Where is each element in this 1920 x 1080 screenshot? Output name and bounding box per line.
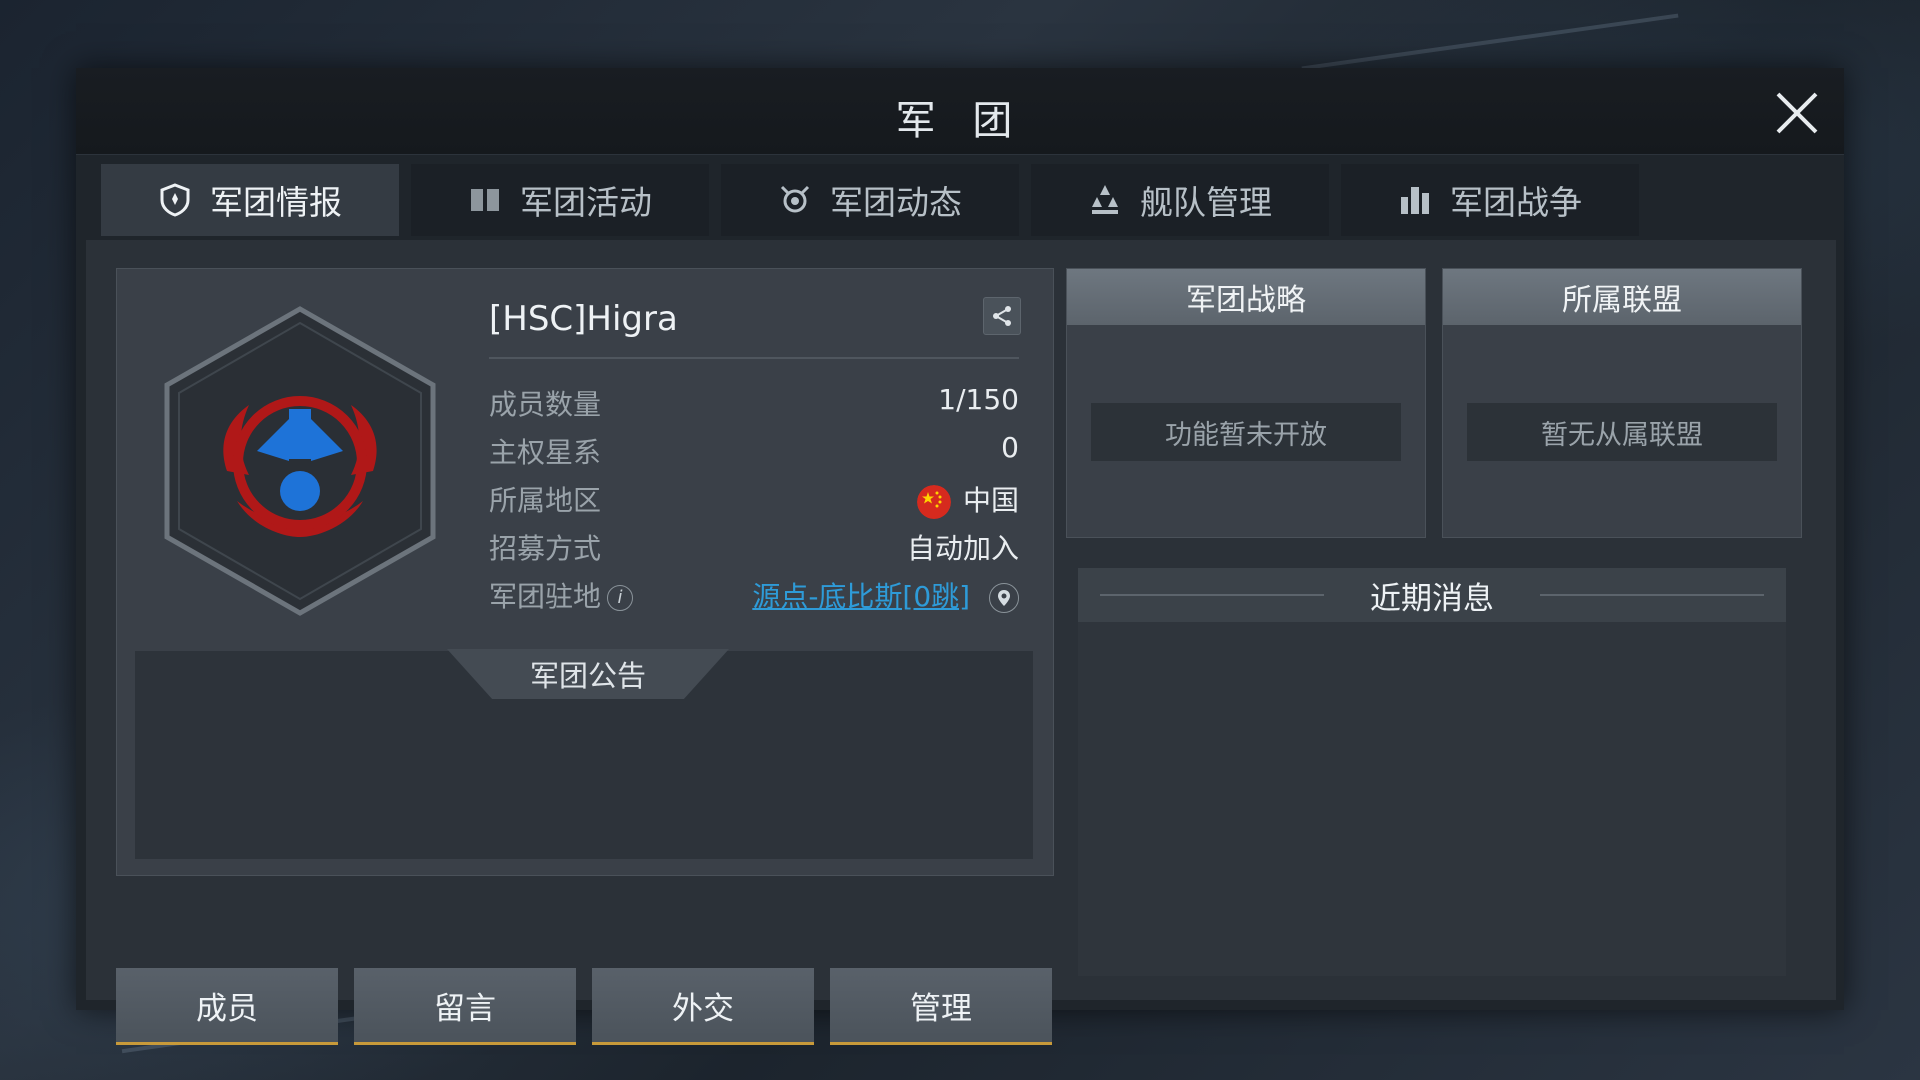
location-pin-icon[interactable] — [989, 583, 1019, 613]
guild-info-panel: [HSC]Higra 成员数量 1/150 主权星系 0 所属地区 中国 招募方… — [116, 268, 1054, 876]
field-value: 1/150 — [938, 383, 1019, 416]
china-flag-icon — [916, 485, 951, 519]
guild-strategy-card: 军团战略 功能暂未开放 — [1066, 268, 1426, 538]
book-icon — [471, 189, 499, 211]
medal-icon — [780, 185, 810, 213]
news-title: 近期消息 — [1370, 580, 1494, 617]
alliance-card: 所属联盟 暂无从属联盟 — [1442, 268, 1802, 538]
divider — [489, 357, 1019, 359]
field-label: 主权星系 — [489, 436, 602, 469]
card-note: 功能暂未开放 — [1091, 403, 1401, 461]
tab-guild-activity[interactable]: 军团活动 — [411, 164, 709, 236]
field-base: 军团驻地 i 源点-底比斯[0跳] — [489, 573, 1019, 613]
field-value-wrap: 源点-底比斯[0跳] — [752, 575, 1019, 615]
members-button[interactable]: 成员 — [116, 968, 338, 1045]
field-value: 自动加入 — [906, 532, 1019, 565]
tab-label: 军团活动 — [520, 183, 652, 222]
title-bar: 军 团 — [76, 68, 1844, 155]
card-note: 暂无从属联盟 — [1467, 403, 1777, 461]
region-value: 中国 — [962, 484, 1019, 517]
tab-guild-news[interactable]: 军团动态 — [721, 164, 1019, 236]
shield-icon — [160, 183, 190, 217]
guild-emblem — [164, 306, 436, 616]
field-value: 0 — [1001, 431, 1019, 464]
close-icon[interactable] — [1772, 88, 1822, 138]
tab-label: 军团战争 — [1450, 183, 1582, 222]
content-area: [HSC]Higra 成员数量 1/150 主权星系 0 所属地区 中国 招募方… — [86, 240, 1836, 1045]
guild-notice: 军团公告 — [135, 649, 1033, 859]
field-label: 成员数量 — [489, 388, 602, 421]
divider — [1100, 594, 1324, 596]
manage-button[interactable]: 管理 — [830, 968, 1052, 1045]
field-label: 军团驻地 — [489, 580, 602, 613]
fleet-icon — [1092, 185, 1118, 214]
message-button[interactable]: 留言 — [354, 968, 576, 1045]
tab-guild-info[interactable]: 军团情报 — [101, 164, 399, 236]
window-title: 军 团 — [895, 98, 1025, 144]
tab-guild-war[interactable]: 军团战争 — [1341, 164, 1639, 236]
tab-bar: 军团情报 军团活动 军团动态 舰队管理 军团战争 — [101, 164, 1831, 236]
guild-name: [HSC]Higra — [489, 299, 678, 339]
background-streak — [1301, 13, 1679, 71]
tab-label: 舰队管理 — [1140, 183, 1272, 222]
recent-news-panel: 近期消息 — [1078, 568, 1786, 976]
city-icon — [1401, 187, 1429, 214]
guild-window: 军 团 军团情报 军团活动 军团动态 舰队管理 军团战争 [HSC]Higra … — [76, 68, 1844, 1045]
field-region: 所属地区 中国 — [489, 477, 1019, 519]
notice-title: 军团公告 — [447, 649, 729, 699]
field-label: 招募方式 — [489, 532, 602, 565]
field-label-wrap: 军团驻地 i — [489, 575, 634, 615]
share-button[interactable] — [983, 297, 1021, 335]
field-sovereignty: 主权星系 0 — [489, 429, 1019, 469]
base-location-link[interactable]: 源点-底比斯[0跳] — [752, 580, 970, 613]
field-members: 成员数量 1/150 — [489, 381, 1019, 421]
tab-label: 军团动态 — [830, 183, 962, 222]
divider — [1540, 594, 1764, 596]
tab-fleet-management[interactable]: 舰队管理 — [1031, 164, 1329, 236]
field-label: 所属地区 — [489, 484, 602, 517]
tab-label: 军团情报 — [210, 183, 342, 222]
card-title: 所属联盟 — [1443, 269, 1801, 325]
field-value-wrap: 中国 — [916, 479, 1019, 519]
diplomacy-button[interactable]: 外交 — [592, 968, 814, 1045]
card-title: 军团战略 — [1067, 269, 1425, 325]
share-icon — [993, 306, 1011, 326]
field-recruit: 招募方式 自动加入 — [489, 525, 1019, 565]
news-header: 近期消息 — [1078, 568, 1786, 622]
info-icon[interactable]: i — [607, 585, 634, 611]
